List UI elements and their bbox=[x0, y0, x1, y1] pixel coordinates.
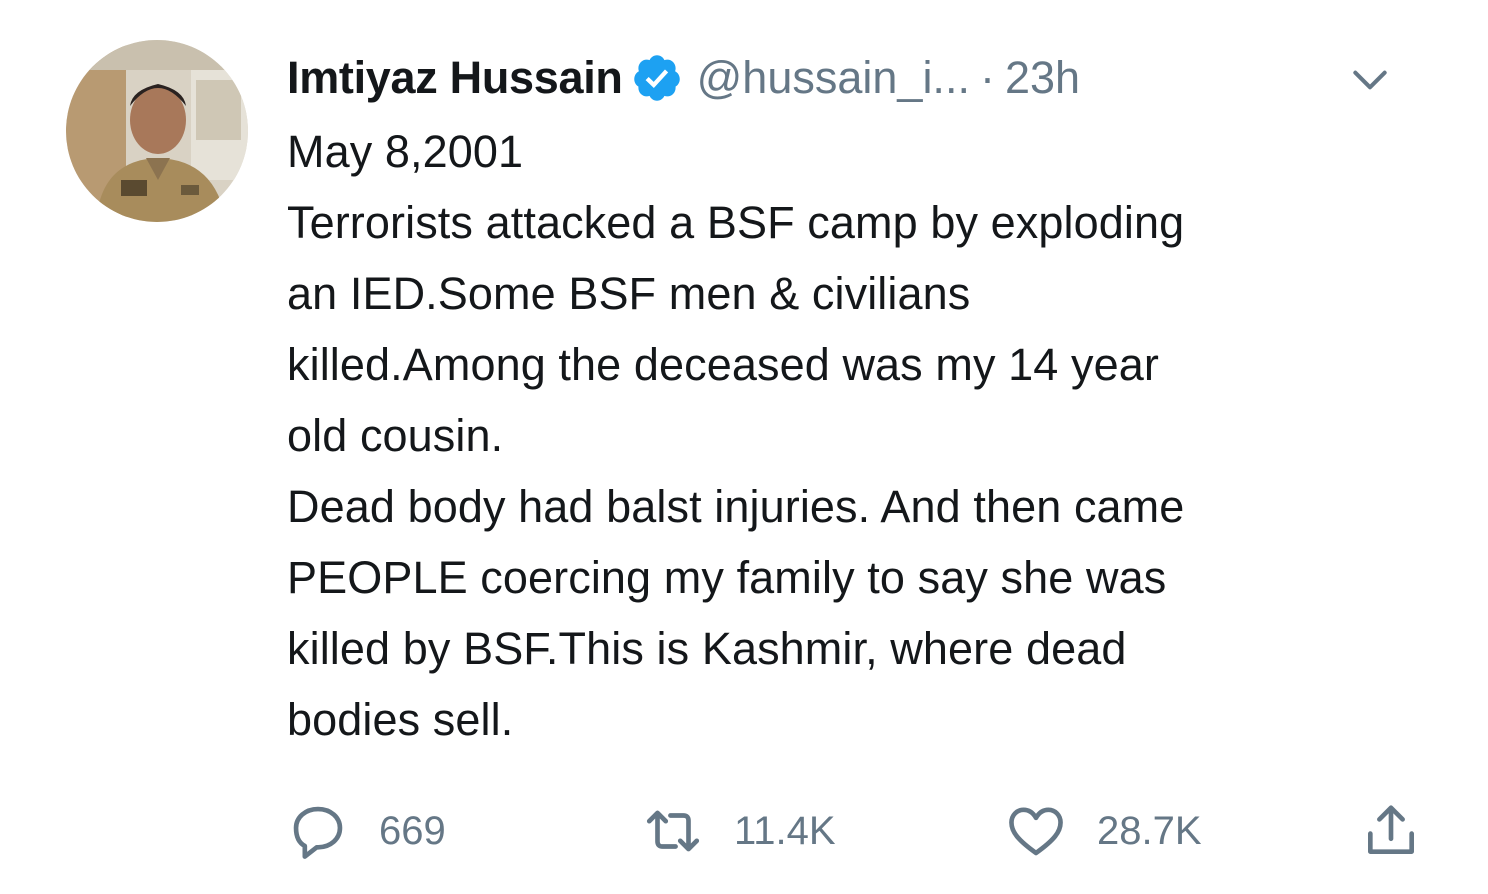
tweet-text-line: bodies sell. bbox=[287, 694, 514, 745]
tweet-text-line: PEOPLE coercing my family to say she was bbox=[287, 552, 1167, 603]
verified-badge-icon bbox=[631, 52, 683, 104]
retweet-button[interactable]: 11.4K bbox=[642, 796, 836, 866]
tweet-text: May 8,2001 Terrorists attacked a BSF cam… bbox=[287, 116, 1437, 755]
header-separator: · bbox=[979, 52, 995, 103]
tweet-text-line: Dead body had balst injuries. And then c… bbox=[287, 481, 1185, 532]
tweet-text-line: May 8,2001 bbox=[287, 126, 524, 177]
reply-button[interactable]: 669 bbox=[287, 796, 446, 866]
tweet-text-line: Terrorists attacked a BSF camp by explod… bbox=[287, 197, 1185, 248]
retweet-count: 11.4K bbox=[734, 808, 836, 853]
avatar[interactable] bbox=[66, 40, 248, 222]
heart-icon bbox=[1005, 800, 1067, 862]
retweet-icon bbox=[642, 800, 704, 862]
tweet-card[interactable]: Imtiyaz Hussain @hussain_i... · 23h May … bbox=[0, 0, 1488, 894]
tweet-text-line: killed by BSF.This is Kashmir, where dea… bbox=[287, 623, 1127, 674]
reply-count: 669 bbox=[379, 808, 446, 853]
like-button[interactable]: 28.7K bbox=[1005, 796, 1202, 866]
tweet-actions: 669 11.4K 28.7K bbox=[287, 796, 1437, 866]
tweet-header: Imtiyaz Hussain @hussain_i... · 23h bbox=[287, 40, 1437, 116]
author-handle[interactable]: @hussain_i... bbox=[697, 52, 970, 104]
tweet-timestamp[interactable]: 23h bbox=[1005, 52, 1080, 104]
share-button[interactable] bbox=[1360, 796, 1422, 866]
chevron-down-icon[interactable] bbox=[1348, 58, 1392, 102]
avatar-photo bbox=[66, 40, 248, 222]
like-count: 28.7K bbox=[1097, 808, 1202, 853]
author-name[interactable]: Imtiyaz Hussain bbox=[287, 52, 623, 104]
tweet-text-line: an IED.Some BSF men & civilians bbox=[287, 268, 971, 319]
tweet-text-line: killed.Among the deceased was my 14 year bbox=[287, 339, 1159, 390]
reply-icon bbox=[287, 800, 349, 862]
share-icon bbox=[1360, 800, 1422, 862]
tweet-text-line: old cousin. bbox=[287, 410, 504, 461]
